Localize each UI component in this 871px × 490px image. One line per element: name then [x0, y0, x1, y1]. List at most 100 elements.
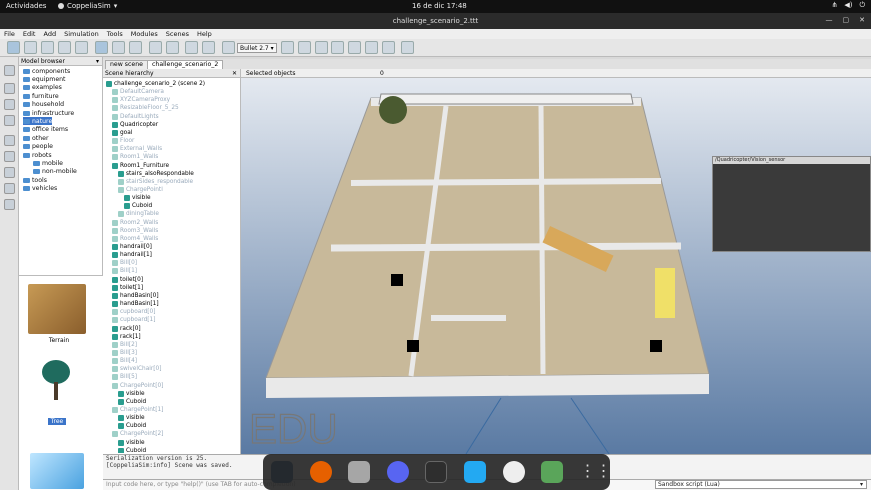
menu-file[interactable]: File	[4, 30, 15, 38]
hierarchy-item[interactable]: ResizableFloor_5_25	[112, 104, 179, 112]
hierarchy-item[interactable]: Bill[0]	[112, 259, 137, 267]
hierarchy-item[interactable]: Bill[1]	[112, 267, 137, 275]
activities-button[interactable]: Actividades	[6, 2, 46, 10]
object-shift-icon[interactable]	[112, 41, 125, 54]
thumb-tree[interactable]	[42, 360, 70, 400]
close-icon[interactable]: ✕	[232, 69, 237, 78]
slower-icon[interactable]	[348, 41, 361, 54]
model-folder[interactable]: nature	[23, 117, 53, 126]
tab-challenge-scenario[interactable]: challenge_scenario_2	[147, 60, 224, 69]
hierarchy-item[interactable]: Room1_Furniture	[112, 162, 169, 170]
menu-modules[interactable]: Modules	[131, 30, 158, 38]
hierarchy-item[interactable]: visible	[118, 390, 145, 398]
camera-angle-icon[interactable]	[58, 41, 71, 54]
menu-help[interactable]: Help	[197, 30, 212, 38]
model-folder[interactable]: equipment	[23, 75, 66, 83]
hierarchy-item[interactable]: Bill[2]	[112, 341, 137, 349]
faster-icon[interactable]	[365, 41, 378, 54]
hierarchy-item[interactable]: Cuboid	[124, 202, 152, 210]
hierarchy-item[interactable]: handBasin[0]	[112, 292, 159, 300]
model-folder[interactable]: infrastructure	[23, 109, 74, 117]
hierarchy-item[interactable]: DefaultLights	[112, 113, 159, 121]
undo-icon[interactable]	[185, 41, 198, 54]
model-folder[interactable]: components	[23, 67, 70, 75]
clock[interactable]: 16 de dic 17:48	[412, 2, 467, 10]
vscode-icon[interactable]	[464, 461, 486, 483]
environment-icon[interactable]	[4, 199, 15, 210]
hierarchy-item[interactable]: Room2_Walls	[112, 219, 158, 227]
menu-scenes[interactable]: Scenes	[166, 30, 189, 38]
model-folder[interactable]: examples	[23, 84, 62, 92]
physics-engine-select[interactable]: Bullet 2.7 ▾	[237, 43, 277, 53]
model-folder[interactable]: office items	[23, 126, 68, 134]
hierarchy-item[interactable]: Room4_Walls	[112, 235, 158, 243]
vision-sensor-view[interactable]: /Quadricopter/Vision_sensor	[712, 156, 871, 252]
hierarchy-item[interactable]: stairSides_respondable	[118, 178, 193, 186]
hierarchy-item[interactable]: Bill[4]	[112, 357, 137, 365]
coppeliasim-icon[interactable]	[502, 461, 525, 483]
hierarchy-item[interactable]: visible	[118, 439, 145, 447]
script-selector[interactable]: Sandbox script (Lua) ▾	[655, 480, 867, 489]
model-folder[interactable]: furniture	[23, 92, 59, 100]
pause-icon[interactable]	[298, 41, 311, 54]
hierarchy-item[interactable]: diningTable	[118, 210, 159, 218]
scene-hierarchy-icon[interactable]	[4, 83, 15, 94]
minimize-icon[interactable]: —	[826, 16, 833, 24]
thumb-block[interactable]	[30, 453, 84, 489]
dynamics-icon[interactable]	[222, 41, 235, 54]
properties-icon[interactable]	[4, 99, 15, 110]
maximize-icon[interactable]: ▢	[843, 16, 850, 24]
camera-shift-icon[interactable]	[41, 41, 54, 54]
terminal-icon[interactable]	[425, 461, 448, 483]
redo-icon[interactable]	[202, 41, 215, 54]
thumb-terrain[interactable]	[28, 284, 86, 334]
hierarchy-item[interactable]: toilet[0]	[112, 276, 143, 284]
hierarchy-item[interactable]: XYZCameraProxy	[112, 96, 170, 104]
selection-icon[interactable]	[4, 135, 15, 146]
app-menu[interactable]: CoppeliaSim ▾	[58, 2, 117, 10]
hierarchy-item[interactable]: Room3_Walls	[112, 227, 158, 235]
model-folder[interactable]: other	[23, 134, 48, 142]
fit-to-view-icon[interactable]	[75, 41, 88, 54]
hierarchy-item[interactable]: swivelChair[0]	[112, 365, 161, 373]
model-folder[interactable]: non-mobile	[33, 168, 77, 176]
hierarchy-item[interactable]: ChargePoint[1]	[112, 406, 163, 414]
hierarchy-item[interactable]: Quadricopter	[112, 121, 158, 129]
hierarchy-item[interactable]: rack[0]	[112, 325, 141, 333]
hierarchy-item[interactable]: visible	[118, 414, 145, 422]
files-icon[interactable]	[348, 461, 371, 483]
hierarchy-item[interactable]: rack[1]	[112, 333, 141, 341]
camera-pan-icon[interactable]	[7, 41, 20, 54]
hierarchy-item[interactable]: stairs_alsoRespondable	[118, 170, 194, 178]
model-folder[interactable]: people	[23, 143, 53, 151]
camera-rotate-icon[interactable]	[24, 41, 37, 54]
model-browser-icon[interactable]	[4, 65, 15, 76]
firefox-icon[interactable]	[309, 461, 332, 483]
transfer-dna-icon[interactable]	[166, 41, 179, 54]
hierarchy-item[interactable]: Cuboid	[118, 398, 146, 406]
scripts-icon[interactable]	[4, 167, 15, 178]
app-grid-icon[interactable]: ⋮⋮	[580, 461, 612, 483]
hierarchy-item[interactable]: Bill[3]	[112, 349, 137, 357]
hierarchy-item[interactable]: DefaultCamera	[112, 88, 164, 96]
discord-icon[interactable]	[386, 461, 409, 483]
menu-tools[interactable]: Tools	[107, 30, 123, 38]
click-select-icon[interactable]	[95, 41, 108, 54]
hierarchy-item[interactable]: handrail[0]	[112, 243, 152, 251]
github-icon[interactable]	[271, 461, 294, 483]
menu-add[interactable]: Add	[43, 30, 56, 38]
shapes-icon[interactable]	[4, 183, 15, 194]
menu-edit[interactable]: Edit	[23, 30, 36, 38]
model-folder[interactable]: robots	[23, 151, 52, 159]
chevron-down-icon[interactable]: ▾	[96, 57, 99, 66]
hierarchy-item[interactable]: Cuboid	[118, 447, 146, 453]
model-folder[interactable]: household	[23, 101, 64, 109]
hierarchy-item[interactable]: handrail[1]	[112, 251, 152, 259]
hierarchy-item[interactable]: handBasin[1]	[112, 300, 159, 308]
collections-icon[interactable]	[4, 151, 15, 162]
menu-simulation[interactable]: Simulation	[64, 30, 99, 38]
play-icon[interactable]	[281, 41, 294, 54]
page-selector-icon[interactable]	[401, 41, 414, 54]
hierarchy-item[interactable]: ChargePoint[0]	[112, 382, 163, 390]
assemble-icon[interactable]	[149, 41, 162, 54]
